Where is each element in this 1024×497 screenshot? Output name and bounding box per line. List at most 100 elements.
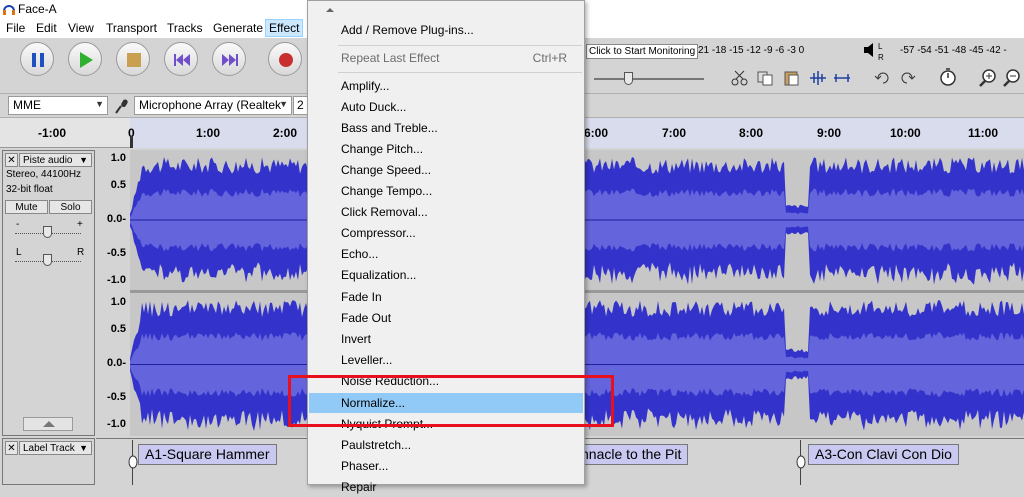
play-icon [80,52,93,68]
timer-icon[interactable] [938,67,958,87]
ruler-tick: 11:00 [968,126,999,140]
ruler-tick: 8:00 [739,126,764,140]
pan-slider-thumb[interactable] [43,254,52,266]
recording-device-select[interactable]: Microphone Array (Realtek ▼ [134,96,292,115]
svg-text:L: L [878,42,883,51]
amplitude-scale: 1.0 0.5 0.0- -0.5 -1.0 1.0 0.5 0.0- -0.5… [96,150,130,436]
menu-item-compressor[interactable]: Compressor... [309,223,583,243]
chevron-down-icon: ▼ [95,99,104,109]
label-handle-icon[interactable] [795,455,807,469]
menu-item-repeat-last-effect[interactable]: Repeat Last Effect Ctrl+R [309,48,583,68]
audio-host-select[interactable]: MME ▼ [8,96,108,115]
gain-minus-label: - [16,219,20,230]
menu-transport[interactable]: Transport [103,20,160,36]
track-name: Piste audio [23,155,73,166]
label-text[interactable]: nnacle to the Pit [574,444,689,465]
menu-item-change-speed[interactable]: Change Speed... [309,160,583,180]
menu-separator [338,45,582,46]
menu-item-repair[interactable]: Repair [309,477,583,497]
track-menu-button[interactable]: Piste audio ▼ [19,153,92,167]
menu-item-equalization[interactable]: Equalization... [309,265,583,285]
playback-meter-scale: -57 -54 -51 -48 -45 -42 - [900,45,1007,56]
speaker-icon: L R [864,42,884,62]
chevron-down-icon: ▼ [79,443,88,453]
scroll-up-icon[interactable] [325,6,335,14]
menu-separator [338,72,582,73]
recording-channels-value: 2 [297,98,304,112]
skip-to-start-button[interactable] [164,42,198,76]
paste-icon[interactable] [782,69,802,87]
pan-right-label: R [77,247,85,258]
record-button[interactable] [268,42,302,76]
menu-effect[interactable]: Effect [265,19,304,37]
menu-generate[interactable]: Generate [210,20,266,36]
cut-icon[interactable] [730,69,750,87]
playhead-marker-icon [130,136,133,148]
scale-label: -1.0 [107,274,126,286]
zoom-in-icon[interactable] [978,68,998,88]
label-track-menu-button[interactable]: Label Track ▼ [19,441,92,455]
record-meter-scale: 21 -18 -15 -12 -9 -6 -3 0 [698,45,805,56]
ruler-tick: 6:00 [584,126,609,140]
label-text[interactable]: A3-Con Clavi Con Dio [808,444,959,465]
menu-item-add-remove-plugins[interactable]: Add / Remove Plug-ins... [309,20,583,40]
solo-button[interactable]: Solo [49,200,92,214]
gain-slider-thumb[interactable] [43,226,52,238]
menu-item-fade-out[interactable]: Fade Out [309,308,583,328]
recording-device-value: Microphone Array (Realtek [139,98,282,112]
menu-item-change-pitch[interactable]: Change Pitch... [309,139,583,159]
monitor-meter[interactable]: Click to Start Monitoring [586,44,698,59]
scale-label: 0.5 [110,179,126,191]
collapse-track-button[interactable] [23,417,73,431]
playback-speed-thumb[interactable] [624,72,633,85]
close-label-track-button[interactable]: ✕ [5,441,18,455]
ruler-tick: 2:00 [273,126,298,140]
menu-item-fade-in[interactable]: Fade In [309,287,583,307]
redo-icon[interactable] [898,69,916,87]
menu-item-phaser[interactable]: Phaser... [309,456,583,476]
pan-left-label: L [16,247,22,258]
menu-tracks[interactable]: Tracks [164,20,206,36]
skip-to-end-button[interactable] [212,42,246,76]
undo-icon[interactable] [874,69,892,87]
menu-item-auto-duck[interactable]: Auto Duck... [309,97,583,117]
menu-edit[interactable]: Edit [33,20,60,36]
annotation-highlight-box [288,375,614,427]
chevron-down-icon: ▼ [79,155,88,165]
playback-speed-slider[interactable] [594,78,704,80]
play-button[interactable] [68,42,102,76]
scale-label: 1.0 [110,152,126,164]
menu-file[interactable]: File [3,20,28,36]
label-text[interactable]: A1-Square Hammer [138,444,277,465]
menu-item-echo[interactable]: Echo... [309,244,583,264]
stop-button[interactable] [116,42,150,76]
record-icon [279,53,293,67]
menu-item-change-tempo[interactable]: Change Tempo... [309,181,583,201]
mute-button[interactable]: Mute [5,200,48,214]
scale-label: -1.0 [107,418,126,430]
menu-item-bass-and-treble[interactable]: Bass and Treble... [309,118,583,138]
audio-track-header: ✕ Piste audio ▼ Stereo, 44100Hz 32-bit f… [2,150,95,436]
ruler-tick: 7:00 [662,126,687,140]
skip-start-icon [174,54,190,66]
trim-audio-icon[interactable] [808,69,828,87]
copy-icon[interactable] [756,69,776,87]
pause-icon [32,53,44,67]
zoom-out-icon[interactable] [1002,68,1022,88]
label-track-header: ✕ Label Track ▼ [2,438,95,485]
ruler-tick: 1:00 [196,126,221,140]
ruler-tick: -1:00 [38,126,67,140]
menu-view[interactable]: View [65,20,97,36]
close-track-button[interactable]: ✕ [5,153,18,167]
menu-item-click-removal[interactable]: Click Removal... [309,202,583,222]
track-format: Stereo, 44100Hz [6,169,82,180]
audio-host-value: MME [13,98,41,112]
menu-item-leveller[interactable]: Leveller... [309,350,583,370]
silence-audio-icon[interactable] [832,69,852,87]
menu-item-invert[interactable]: Invert [309,329,583,349]
menu-item-amplify[interactable]: Amplify... [309,76,583,96]
scale-label: -0.5 [107,247,126,259]
scale-label: 1.0 [110,296,126,308]
menu-item-paulstretch[interactable]: Paulstretch... [309,435,583,455]
pause-button[interactable] [20,42,54,76]
